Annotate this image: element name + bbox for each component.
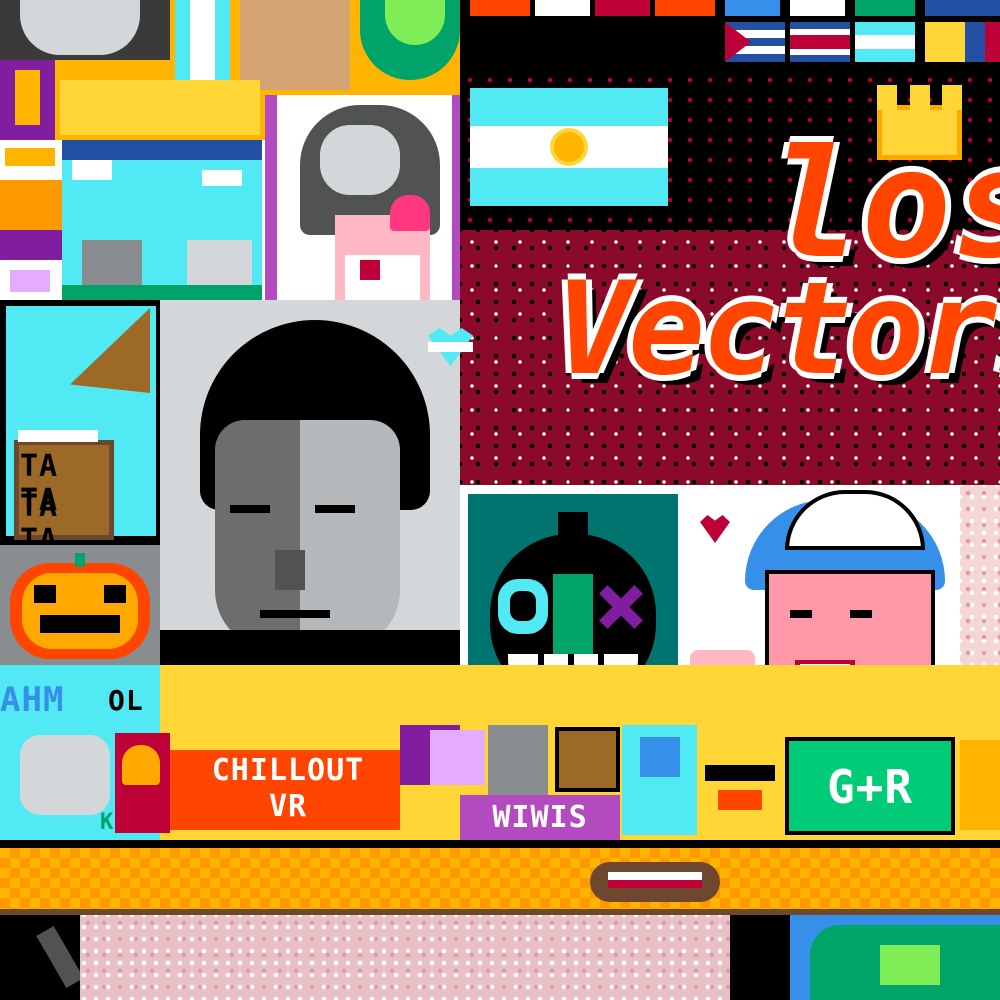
anime-portrait: [265, 95, 460, 300]
x-eye-icon: [593, 582, 648, 632]
chillout-text: CHILLOUT: [211, 753, 365, 788]
crowned-cat: [0, 140, 62, 300]
bottom-map-panel: [730, 915, 1000, 1000]
cuba-flag: [725, 22, 785, 62]
gr-text: G+R: [826, 760, 914, 814]
argentina-stripe-bar: [590, 862, 720, 902]
bottom-pattern: [0, 915, 730, 1000]
wiwis-text: WIWIS: [492, 800, 588, 835]
landscape-scene: [62, 140, 262, 300]
vr-text: VR: [268, 789, 308, 824]
ahm-text: AHM: [0, 680, 65, 720]
argentina-heart-icon: [428, 328, 473, 368]
vectors-text: Vectors: [555, 255, 1000, 404]
costa-rica-flag: [790, 22, 850, 62]
argentina-small-flag: [855, 22, 915, 62]
small-character-strip: AHM OL KIRU CHILLOUT VR WIWIS G+R: [0, 665, 1000, 840]
colombia-flag: [925, 22, 1000, 62]
sunglasses-duck-icon: [700, 735, 780, 835]
grayscale-portrait: [160, 300, 460, 720]
flag-strip: [460, 0, 1000, 70]
argentina-flag: [470, 88, 668, 206]
mate-cup-scene: TA TA TA TA: [0, 300, 160, 545]
bell-icon: [122, 745, 160, 785]
tata-text-bottom: TA TA: [20, 489, 59, 546]
gold-checkered-frame: [0, 840, 1000, 915]
bottom-dark-panel: [0, 915, 80, 1000]
pixel-art-canvas[interactable]: los Vectors TA TA TA TA: [0, 0, 1000, 1000]
small-heart-icon: [700, 515, 730, 543]
heart-icon: [390, 195, 430, 231]
sun-of-may-icon: [554, 132, 584, 162]
pumpkin-icon: [0, 545, 160, 665]
ol-text: OL: [108, 684, 144, 717]
